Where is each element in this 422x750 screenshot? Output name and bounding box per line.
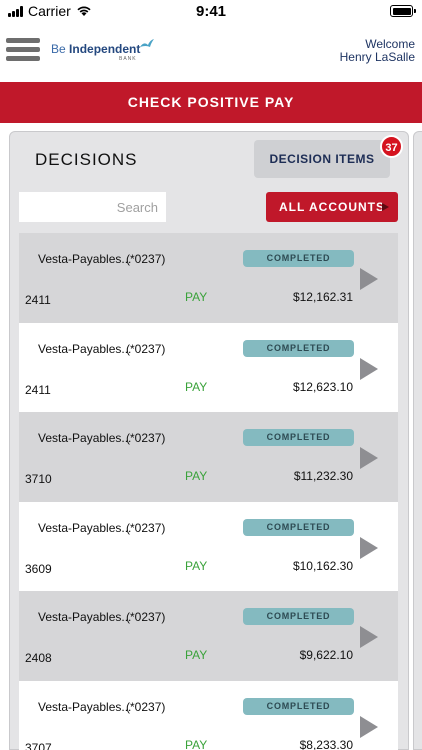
all-accounts-button[interactable]: ALL ACCOUNTS	[266, 192, 398, 222]
decision-action: PAY	[185, 290, 208, 304]
decision-action: PAY	[185, 648, 208, 662]
menu-icon[interactable]	[6, 38, 40, 62]
status-bar: Carrier 9:41	[0, 0, 422, 22]
decision-item[interactable]: Vesta-Payables... (*0237) COMPLETED 3710…	[19, 412, 398, 502]
check-number: 3609	[25, 561, 52, 576]
account-number: (*0237)	[126, 699, 166, 714]
decision-items-count-badge: 37	[380, 135, 403, 158]
battery-icon	[390, 5, 416, 17]
logo-be-text: Be	[51, 42, 66, 56]
status-badge: COMPLETED	[243, 250, 354, 267]
decision-item[interactable]: Vesta-Payables... (*0237) COMPLETED 2411…	[19, 233, 398, 323]
check-amount: $10,162.30	[292, 558, 353, 573]
decision-item[interactable]: Vesta-Payables... (*0237) COMPLETED 2408…	[19, 591, 398, 681]
decisions-heading: DECISIONS	[35, 150, 138, 169]
decision-item[interactable]: Vesta-Payables... (*0237) COMPLETED 2411…	[19, 322, 398, 412]
decision-list[interactable]: Vesta-Payables... (*0237) COMPLETED 2411…	[19, 233, 398, 750]
account-number: (*0237)	[126, 252, 166, 266]
decision-action: PAY	[185, 737, 208, 750]
payee-name: Vesta-Payables...	[38, 341, 132, 356]
chevron-right-icon[interactable]	[360, 447, 378, 469]
decision-action: PAY	[185, 558, 208, 573]
check-number: 2411	[25, 382, 51, 397]
chevron-right-icon[interactable]	[360, 357, 378, 380]
chevron-right-icon[interactable]	[360, 536, 378, 559]
chevron-right-icon[interactable]	[360, 715, 378, 738]
decision-action: PAY	[185, 469, 208, 483]
status-badge: COMPLETED	[243, 608, 354, 625]
check-amount: $11,232.30	[293, 469, 353, 483]
status-badge: COMPLETED	[243, 518, 354, 536]
check-amount: $9,622.10	[299, 648, 353, 662]
check-number: 2411	[25, 293, 51, 307]
check-number: 3710	[25, 472, 52, 486]
check-amount: $12,623.10	[292, 379, 353, 394]
app-header: Be Independent BANK Welcome Henry LaSall…	[0, 22, 422, 80]
status-badge: COMPLETED	[243, 339, 354, 357]
page-title-banner: CHECK POSITIVE PAY	[0, 82, 422, 123]
status-badge: COMPLETED	[243, 429, 354, 446]
check-amount: $8,233.30	[299, 737, 353, 750]
payee-name: Vesta-Payables...	[38, 252, 132, 266]
secondary-panel-edge	[413, 131, 422, 750]
chevron-right-icon[interactable]	[360, 268, 378, 290]
decision-items-button[interactable]: DECISION ITEMS	[254, 140, 390, 178]
check-number: 2408	[25, 651, 52, 665]
chevron-right-icon[interactable]	[360, 626, 378, 648]
account-number: (*0237)	[126, 520, 166, 535]
decision-action: PAY	[185, 379, 208, 394]
payee-name: Vesta-Payables...	[38, 520, 132, 535]
bank-logo: Be Independent BANK	[51, 39, 154, 62]
payee-name: Vesta-Payables...	[38, 610, 132, 624]
clock: 9:41	[195, 3, 227, 20]
account-number: (*0237)	[126, 610, 166, 624]
logo-independent-text: Independent	[69, 42, 141, 56]
payee-name: Vesta-Payables...	[38, 699, 132, 714]
account-number: (*0237)	[126, 431, 166, 445]
all-accounts-label: ALL ACCOUNTS	[279, 200, 385, 214]
check-number: 3707	[25, 740, 52, 750]
payee-name: Vesta-Payables...	[38, 431, 132, 445]
status-badge: COMPLETED	[243, 697, 354, 715]
decision-item[interactable]: Vesta-Payables... (*0237) COMPLETED 3707…	[19, 680, 398, 750]
check-amount: $12,162.31	[292, 290, 353, 304]
user-name: Henry LaSalle	[339, 50, 415, 64]
bird-logo-icon	[140, 39, 154, 47]
logo-bank-text: BANK	[119, 56, 137, 62]
triangle-right-icon	[382, 203, 389, 211]
account-number: (*0237)	[126, 341, 166, 356]
search-input[interactable]	[19, 192, 166, 222]
decision-item[interactable]: Vesta-Payables... (*0237) COMPLETED 3609…	[19, 501, 398, 591]
welcome-message: Welcome Henry LaSalle	[340, 38, 415, 64]
